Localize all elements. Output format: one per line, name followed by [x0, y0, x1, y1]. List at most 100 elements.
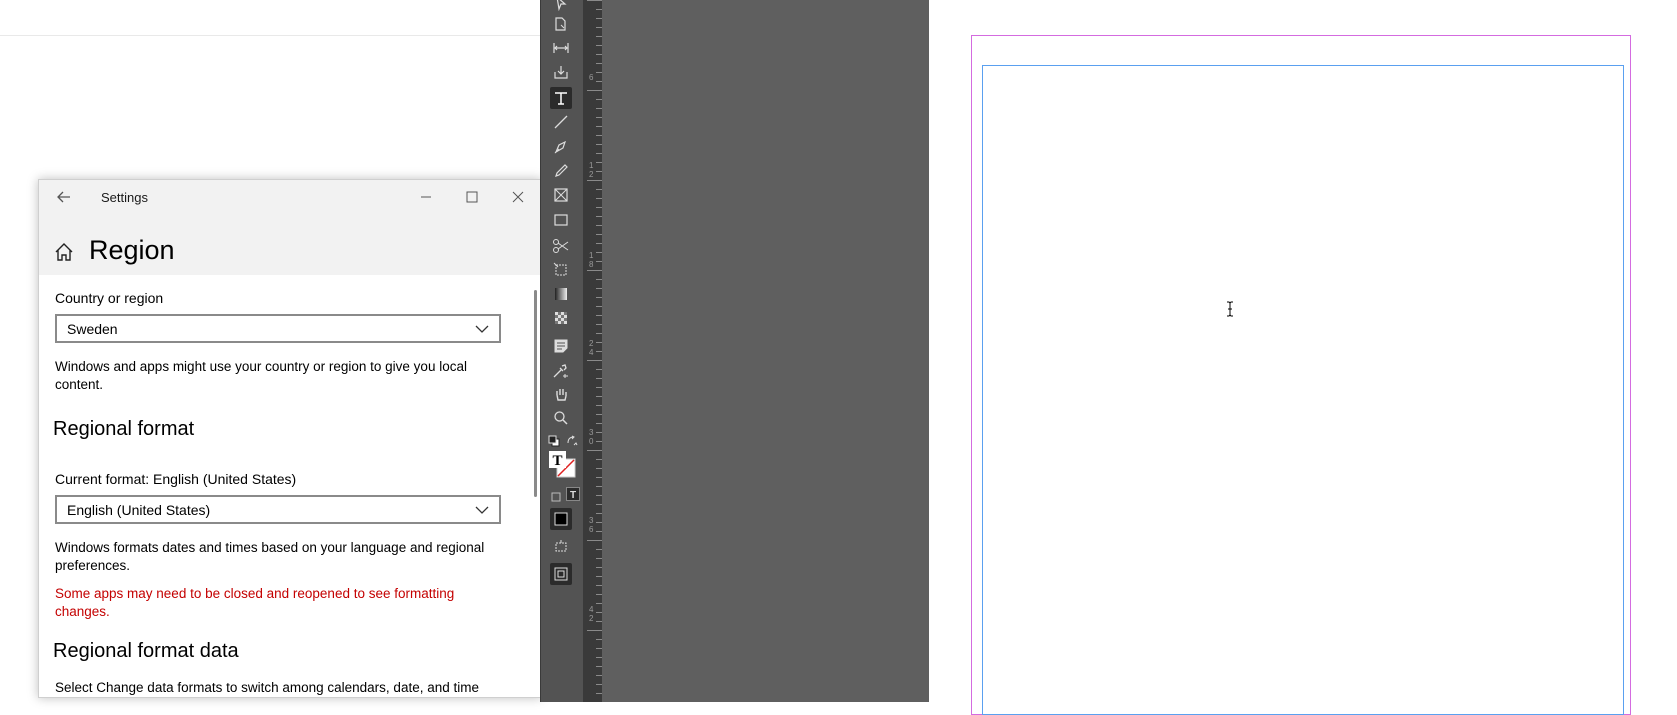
ruler-label: 6 — [589, 73, 594, 82]
rectangle-frame-tool[interactable] — [550, 184, 572, 206]
formatting-container-button[interactable] — [551, 489, 561, 507]
home-button[interactable] — [53, 241, 75, 263]
gap-tool[interactable] — [550, 37, 572, 59]
current-format-label: Current format: English (United States) — [55, 471, 297, 487]
apply-color-button[interactable] — [550, 508, 572, 530]
rectangle-tool[interactable] — [550, 209, 572, 231]
ruler-label: 1 — [589, 251, 594, 260]
regional-format-description: Windows formats dates and times based on… — [55, 540, 485, 573]
type-tool-icon — [555, 92, 567, 105]
ruler-label: 6 — [589, 525, 594, 534]
vertical-ruler[interactable]: 6121824303642 — [583, 0, 602, 702]
back-arrow-icon — [57, 191, 70, 203]
pen-tool[interactable] — [550, 136, 572, 158]
window-title: Settings — [101, 190, 148, 205]
ruler-label: 3 — [589, 516, 594, 525]
swap-arrow-icon — [567, 435, 578, 446]
gap-tool-icon — [553, 43, 569, 53]
hand-tool[interactable] — [550, 383, 572, 405]
zoom-tool[interactable] — [550, 407, 572, 429]
pencil-tool[interactable] — [550, 160, 572, 182]
page-tool-icon — [555, 17, 566, 31]
close-button[interactable] — [495, 182, 541, 212]
scissors-tool[interactable] — [550, 235, 572, 257]
preview-mode-icon — [554, 567, 568, 581]
preview-mode-button[interactable] — [550, 563, 572, 585]
selection-tool[interactable] — [550, 0, 572, 14]
regional-format-heading: Regional format — [53, 418, 195, 440]
pen-tool-icon — [554, 140, 567, 154]
zoom-tool-icon — [554, 411, 568, 425]
gradient-feather-tool[interactable] — [550, 307, 572, 329]
container-icon — [551, 492, 561, 502]
tools-panel: T T — [540, 0, 583, 702]
fill-stroke-swatch[interactable]: T — [548, 450, 576, 483]
selection-icon — [556, 0, 567, 11]
ruler-label: 4 — [589, 605, 594, 614]
rectangle-tool-icon — [554, 214, 568, 226]
minimize-icon — [421, 196, 431, 198]
text-cursor — [1225, 301, 1235, 322]
ruler-label: 2 — [589, 339, 594, 348]
maximize-icon — [466, 191, 478, 203]
chevron-down-icon — [475, 506, 489, 514]
regional-format-dropdown-value: English (United States) — [67, 502, 211, 518]
ruler-label: 2 — [589, 614, 594, 623]
line-tool[interactable] — [550, 111, 572, 133]
ruler-label: 3 — [589, 428, 594, 437]
svg-text:T: T — [552, 453, 562, 469]
ruler-ticks: 6121824303642 — [587, 0, 602, 694]
regional-format-data-heading: Regional format data — [53, 640, 239, 662]
free-transform-tool[interactable] — [550, 259, 572, 281]
content-collector-icon — [554, 66, 568, 79]
line-tool-icon — [554, 115, 568, 129]
settings-content: Country or region Sweden Windows and app… — [39, 275, 529, 697]
pasteboard[interactable] — [602, 0, 929, 702]
regional-format-data-description: Select Change data formats to switch amo… — [55, 680, 479, 695]
svg-text:T: T — [570, 490, 576, 501]
page-tool[interactable] — [550, 13, 572, 35]
apply-color-icon — [554, 512, 568, 526]
chevron-down-icon — [475, 325, 489, 333]
text-format-icon: T — [566, 487, 580, 501]
scissors-icon — [553, 239, 569, 253]
title-bar[interactable]: Settings — [39, 180, 541, 215]
margin-guide — [982, 65, 1624, 715]
ruler-label: 2 — [589, 170, 594, 179]
background-divider — [0, 35, 540, 36]
eyedropper-tool[interactable] — [550, 360, 572, 382]
eyedropper-icon — [553, 364, 568, 378]
formatting-text-button[interactable]: T — [566, 487, 580, 506]
regional-format-dropdown[interactable]: English (United States) — [55, 495, 501, 524]
maximize-button[interactable] — [449, 182, 495, 212]
screen-mode-button[interactable] — [550, 536, 572, 558]
content-collector-tool[interactable] — [550, 61, 572, 83]
country-description: Windows and apps might use your country … — [55, 359, 467, 392]
pencil-tool-icon — [555, 164, 568, 177]
hand-tool-icon — [556, 389, 567, 401]
settings-window: Settings Region Country or region Sweden… — [38, 179, 542, 698]
note-tool[interactable] — [550, 335, 572, 357]
gradient-feather-icon — [555, 312, 567, 324]
ruler-label: 4 — [589, 348, 594, 357]
ruler-label: 8 — [589, 260, 594, 269]
country-dropdown[interactable]: Sweden — [55, 314, 501, 343]
page-title: Region — [89, 235, 175, 265]
ibeam-cursor-icon — [1227, 301, 1233, 317]
back-button[interactable] — [53, 186, 75, 208]
text-fill-stroke-icon: T — [549, 451, 576, 478]
close-icon — [512, 191, 524, 203]
screen-mode-icon — [555, 540, 567, 552]
ruler-label: 1 — [589, 161, 594, 170]
country-label: Country or region — [55, 290, 164, 306]
home-icon — [55, 243, 73, 261]
note-tool-icon — [554, 339, 568, 353]
minimize-button[interactable] — [403, 182, 449, 212]
free-transform-icon — [553, 262, 567, 276]
gradient-swatch-tool[interactable] — [550, 283, 572, 305]
ruler-label: 0 — [589, 437, 594, 446]
type-tool[interactable] — [550, 87, 572, 109]
gradient-swatch-icon — [555, 288, 567, 300]
scrollbar[interactable] — [534, 290, 537, 497]
default-colors-icon — [548, 435, 560, 447]
